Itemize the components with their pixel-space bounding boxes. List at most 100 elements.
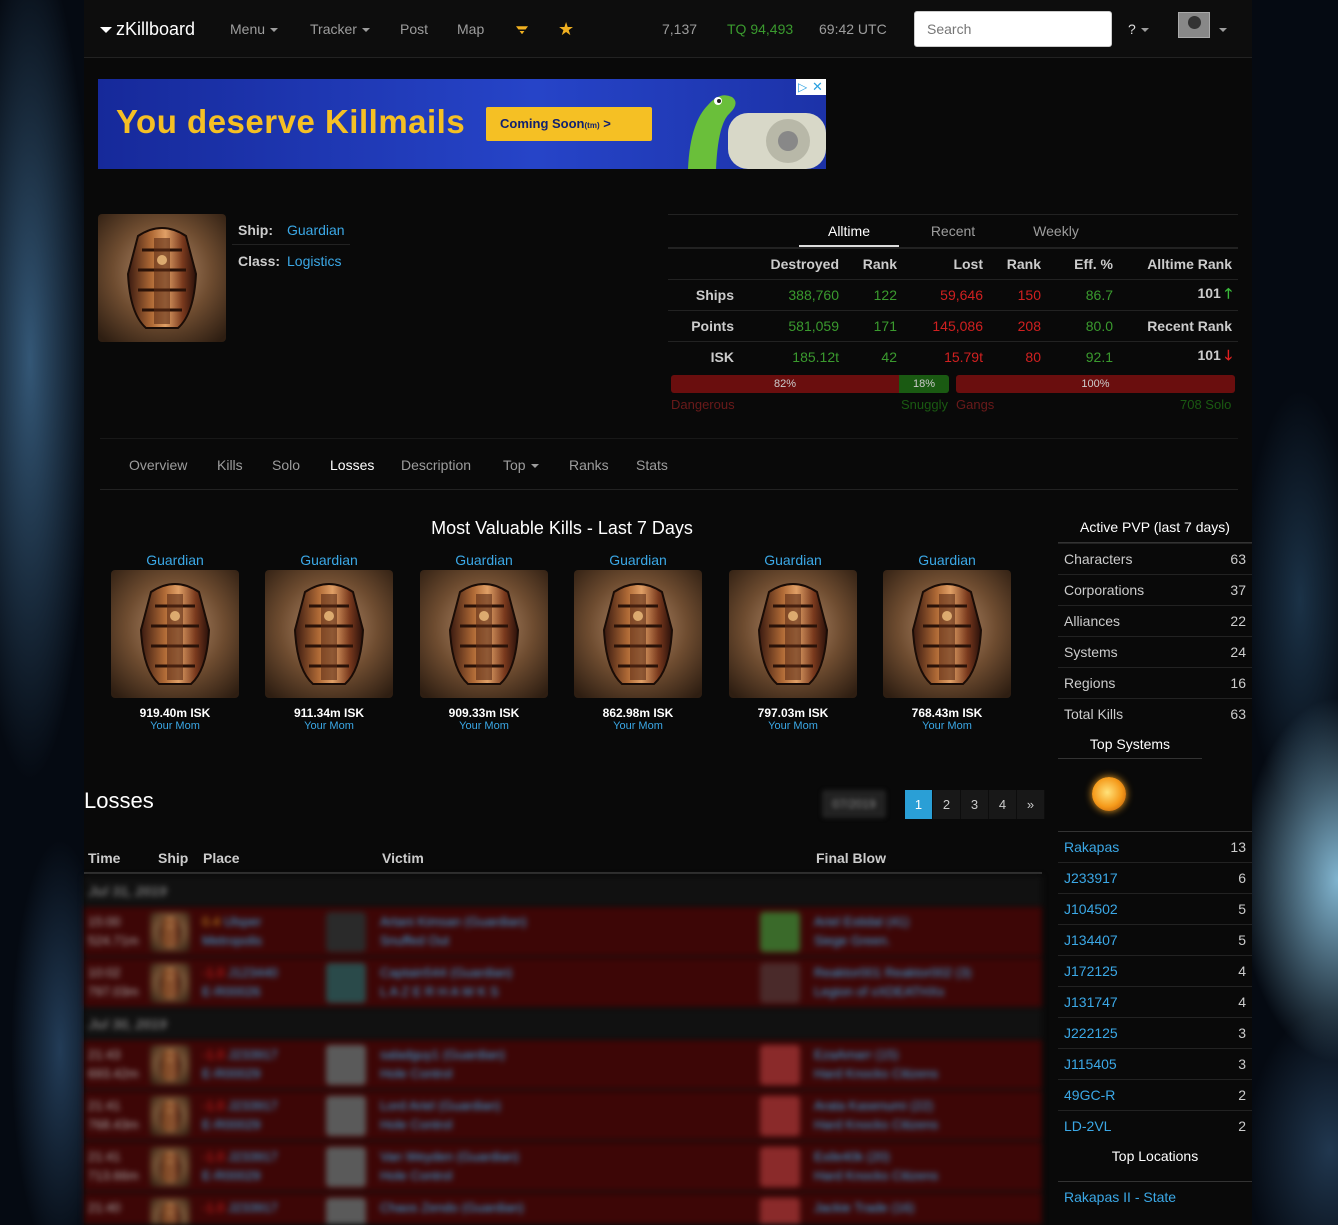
table-row[interactable]: 21:40 -1.0 J233917 Chaos Zendo (Guardian… [84, 1193, 1042, 1225]
mv-victim-link[interactable]: Your Mom [98, 720, 252, 732]
mv-ship-image[interactable] [265, 570, 393, 698]
page-3[interactable]: 3 [961, 790, 989, 819]
table-row[interactable]: 21:41 768.43m -1.0 J233917 E-R00029 Lord A… [84, 1091, 1042, 1141]
victim-link[interactable]: saladguy1 (Guardian) [380, 1047, 505, 1062]
region-link[interactable]: E-R00029 [202, 1117, 261, 1132]
system-link[interactable]: J233917 [228, 1200, 278, 1215]
corp-logo-icon[interactable] [326, 912, 366, 952]
loss-victim[interactable]: Captain544 (Guardian) L A Z E R H A W K S [380, 963, 512, 1001]
system-row[interactable]: Rakapas 13 [1058, 831, 1252, 862]
final-blow-link[interactable]: Arata Kasenumi (22) [814, 1098, 933, 1113]
region-link[interactable]: E-R00029 [202, 1168, 261, 1183]
help-dropdown[interactable]: ? [1128, 0, 1149, 58]
mv-victim-link[interactable]: Your Mom [716, 720, 870, 732]
page-next[interactable]: » [1017, 790, 1045, 819]
mv-ship-link[interactable]: Guardian [870, 550, 1024, 570]
ship-name-link[interactable]: Guardian [287, 222, 345, 238]
loss-place[interactable]: 0.4 Ulsper Metropolis [202, 912, 262, 950]
region-link[interactable]: E-R00026 [202, 984, 261, 999]
victim-link[interactable]: Artani Kimsan (Guardian) [380, 914, 527, 929]
final-blow-corp-link[interactable]: Hard Knocks Citizens [814, 1117, 938, 1132]
loss-place[interactable]: -1.0 J233917 [202, 1198, 278, 1217]
system-link[interactable]: Rakapas [1064, 839, 1119, 855]
tab-weekly[interactable]: Weekly [1006, 215, 1106, 247]
most-valuable-card[interactable]: Guardian 919.40m ISK Your Mom [98, 550, 252, 732]
system-row[interactable]: J233917 6 [1058, 862, 1252, 893]
location-row[interactable]: Rakapas II - State [1058, 1181, 1252, 1212]
mv-ship-image[interactable] [111, 570, 239, 698]
tab-solo[interactable]: Solo [272, 439, 300, 491]
advertisement-banner[interactable]: You deserve Killmails Coming Soon(tm) > … [98, 79, 826, 169]
final-blow-corp-link[interactable]: Legion of xXDEATHXx [814, 984, 945, 999]
system-row[interactable]: J134407 5 [1058, 924, 1252, 955]
tracker-dropdown[interactable]: Tracker [310, 0, 370, 58]
corp-logo-icon[interactable] [760, 1045, 800, 1085]
month-selector[interactable]: 07/2019 [822, 790, 886, 818]
mv-ship-link[interactable]: Guardian [252, 550, 406, 570]
tab-description[interactable]: Description [401, 439, 471, 491]
victim-link[interactable]: Lord Ariel (Guardian) [380, 1098, 501, 1113]
final-blow-link[interactable]: Ariel Estidal (41) [814, 914, 909, 929]
loss-victim[interactable]: Van Weyden (Guardian) Hole Control [380, 1147, 519, 1185]
system-row[interactable]: LD-2VL 2 [1058, 1110, 1252, 1141]
system-link[interactable]: J233917 [228, 1098, 278, 1113]
corp-logo-icon[interactable] [760, 1198, 800, 1224]
most-valuable-card[interactable]: Guardian 768.43m ISK Your Mom [870, 550, 1024, 732]
location-link[interactable]: Rakapas II - State [1064, 1189, 1176, 1205]
system-link[interactable]: J233917 [228, 1047, 278, 1062]
loss-final-blow[interactable]: Jackie Trade (16) [814, 1198, 914, 1217]
victim-corp-link[interactable]: Snuffed Out [380, 933, 449, 948]
loss-place[interactable]: -1.0 J233917 E-R00029 [202, 1147, 278, 1185]
tab-losses[interactable]: Losses [330, 439, 374, 491]
star-icon[interactable]: ★ [558, 0, 574, 58]
mv-victim-link[interactable]: Your Mom [407, 720, 561, 732]
ad-cta-button[interactable]: Coming Soon(tm) > [486, 107, 652, 141]
tab-alltime[interactable]: Alltime [799, 215, 899, 247]
corp-logo-icon[interactable] [760, 1096, 800, 1136]
system-link[interactable]: J104502 [1064, 901, 1118, 917]
mv-victim-link[interactable]: Your Mom [870, 720, 1024, 732]
final-blow-corp-link[interactable]: Hard Knocks Citizens [814, 1168, 938, 1183]
system-row[interactable]: J131747 4 [1058, 986, 1252, 1017]
table-row[interactable]: 21:43 693.42m -1.0 J233917 E-R00029 saladg… [84, 1040, 1042, 1090]
corp-logo-icon[interactable] [326, 1096, 366, 1136]
corp-logo-icon[interactable] [326, 963, 366, 1003]
victim-link[interactable]: Van Weyden (Guardian) [380, 1149, 519, 1164]
system-row[interactable]: J172125 4 [1058, 955, 1252, 986]
corp-logo-icon[interactable] [326, 1198, 366, 1224]
class-link[interactable]: Logistics [287, 253, 341, 269]
loss-place[interactable]: -1.0 J233917 E-R00029 [202, 1045, 278, 1083]
loss-victim[interactable]: Lord Ariel (Guardian) Hole Control [380, 1096, 501, 1134]
loss-final-blow[interactable]: Arata Kasenumi (22) Hard Knocks Citizens [814, 1096, 938, 1134]
loss-victim[interactable]: saladguy1 (Guardian) Hole Control [380, 1045, 505, 1083]
mv-ship-link[interactable]: Guardian [561, 550, 715, 570]
mv-victim-link[interactable]: Your Mom [252, 720, 406, 732]
final-blow-corp-link[interactable]: Hard Knocks Citizens [814, 1066, 938, 1081]
victim-corp-link[interactable]: L A Z E R H A W K S [380, 984, 499, 999]
system-row[interactable]: J104502 5 [1058, 893, 1252, 924]
most-valuable-card[interactable]: Guardian 909.33m ISK Your Mom [407, 550, 561, 732]
ship-icon[interactable] [150, 1096, 190, 1136]
loss-victim[interactable]: Chaos Zendo (Guardian) [380, 1198, 524, 1217]
theme-toggle-icon[interactable] [516, 0, 528, 58]
loss-final-blow[interactable]: Ariel Estidal (41) Siege Green. [814, 912, 909, 950]
corp-logo-icon[interactable] [760, 963, 800, 1003]
system-link[interactable]: J233917 [1064, 870, 1118, 886]
table-row[interactable]: 10:02 797.03m -1.0 J123440 E-R00026 Captai… [84, 958, 1042, 1008]
tab-ranks[interactable]: Ranks [569, 439, 609, 491]
menu-dropdown[interactable]: Menu [230, 0, 279, 58]
system-link[interactable]: 49GC-R [1064, 1087, 1115, 1103]
system-link[interactable]: Ulsper [224, 914, 262, 929]
tab-stats[interactable]: Stats [636, 439, 668, 491]
mv-ship-image[interactable] [729, 570, 857, 698]
final-blow-link[interactable]: EzaAmarr (15) [814, 1047, 899, 1062]
mv-victim-link[interactable]: Your Mom [561, 720, 715, 732]
final-blow-link[interactable]: Exile40k (20) [814, 1149, 890, 1164]
mv-ship-image[interactable] [420, 570, 548, 698]
mv-ship-image[interactable] [574, 570, 702, 698]
loss-final-blow[interactable]: Exile40k (20) Hard Knocks Citizens [814, 1147, 938, 1185]
system-link[interactable]: J172125 [1064, 963, 1118, 979]
search-input[interactable] [914, 11, 1112, 47]
system-row[interactable]: 49GC-R 2 [1058, 1079, 1252, 1110]
region-link[interactable]: E-R00029 [202, 1066, 261, 1081]
